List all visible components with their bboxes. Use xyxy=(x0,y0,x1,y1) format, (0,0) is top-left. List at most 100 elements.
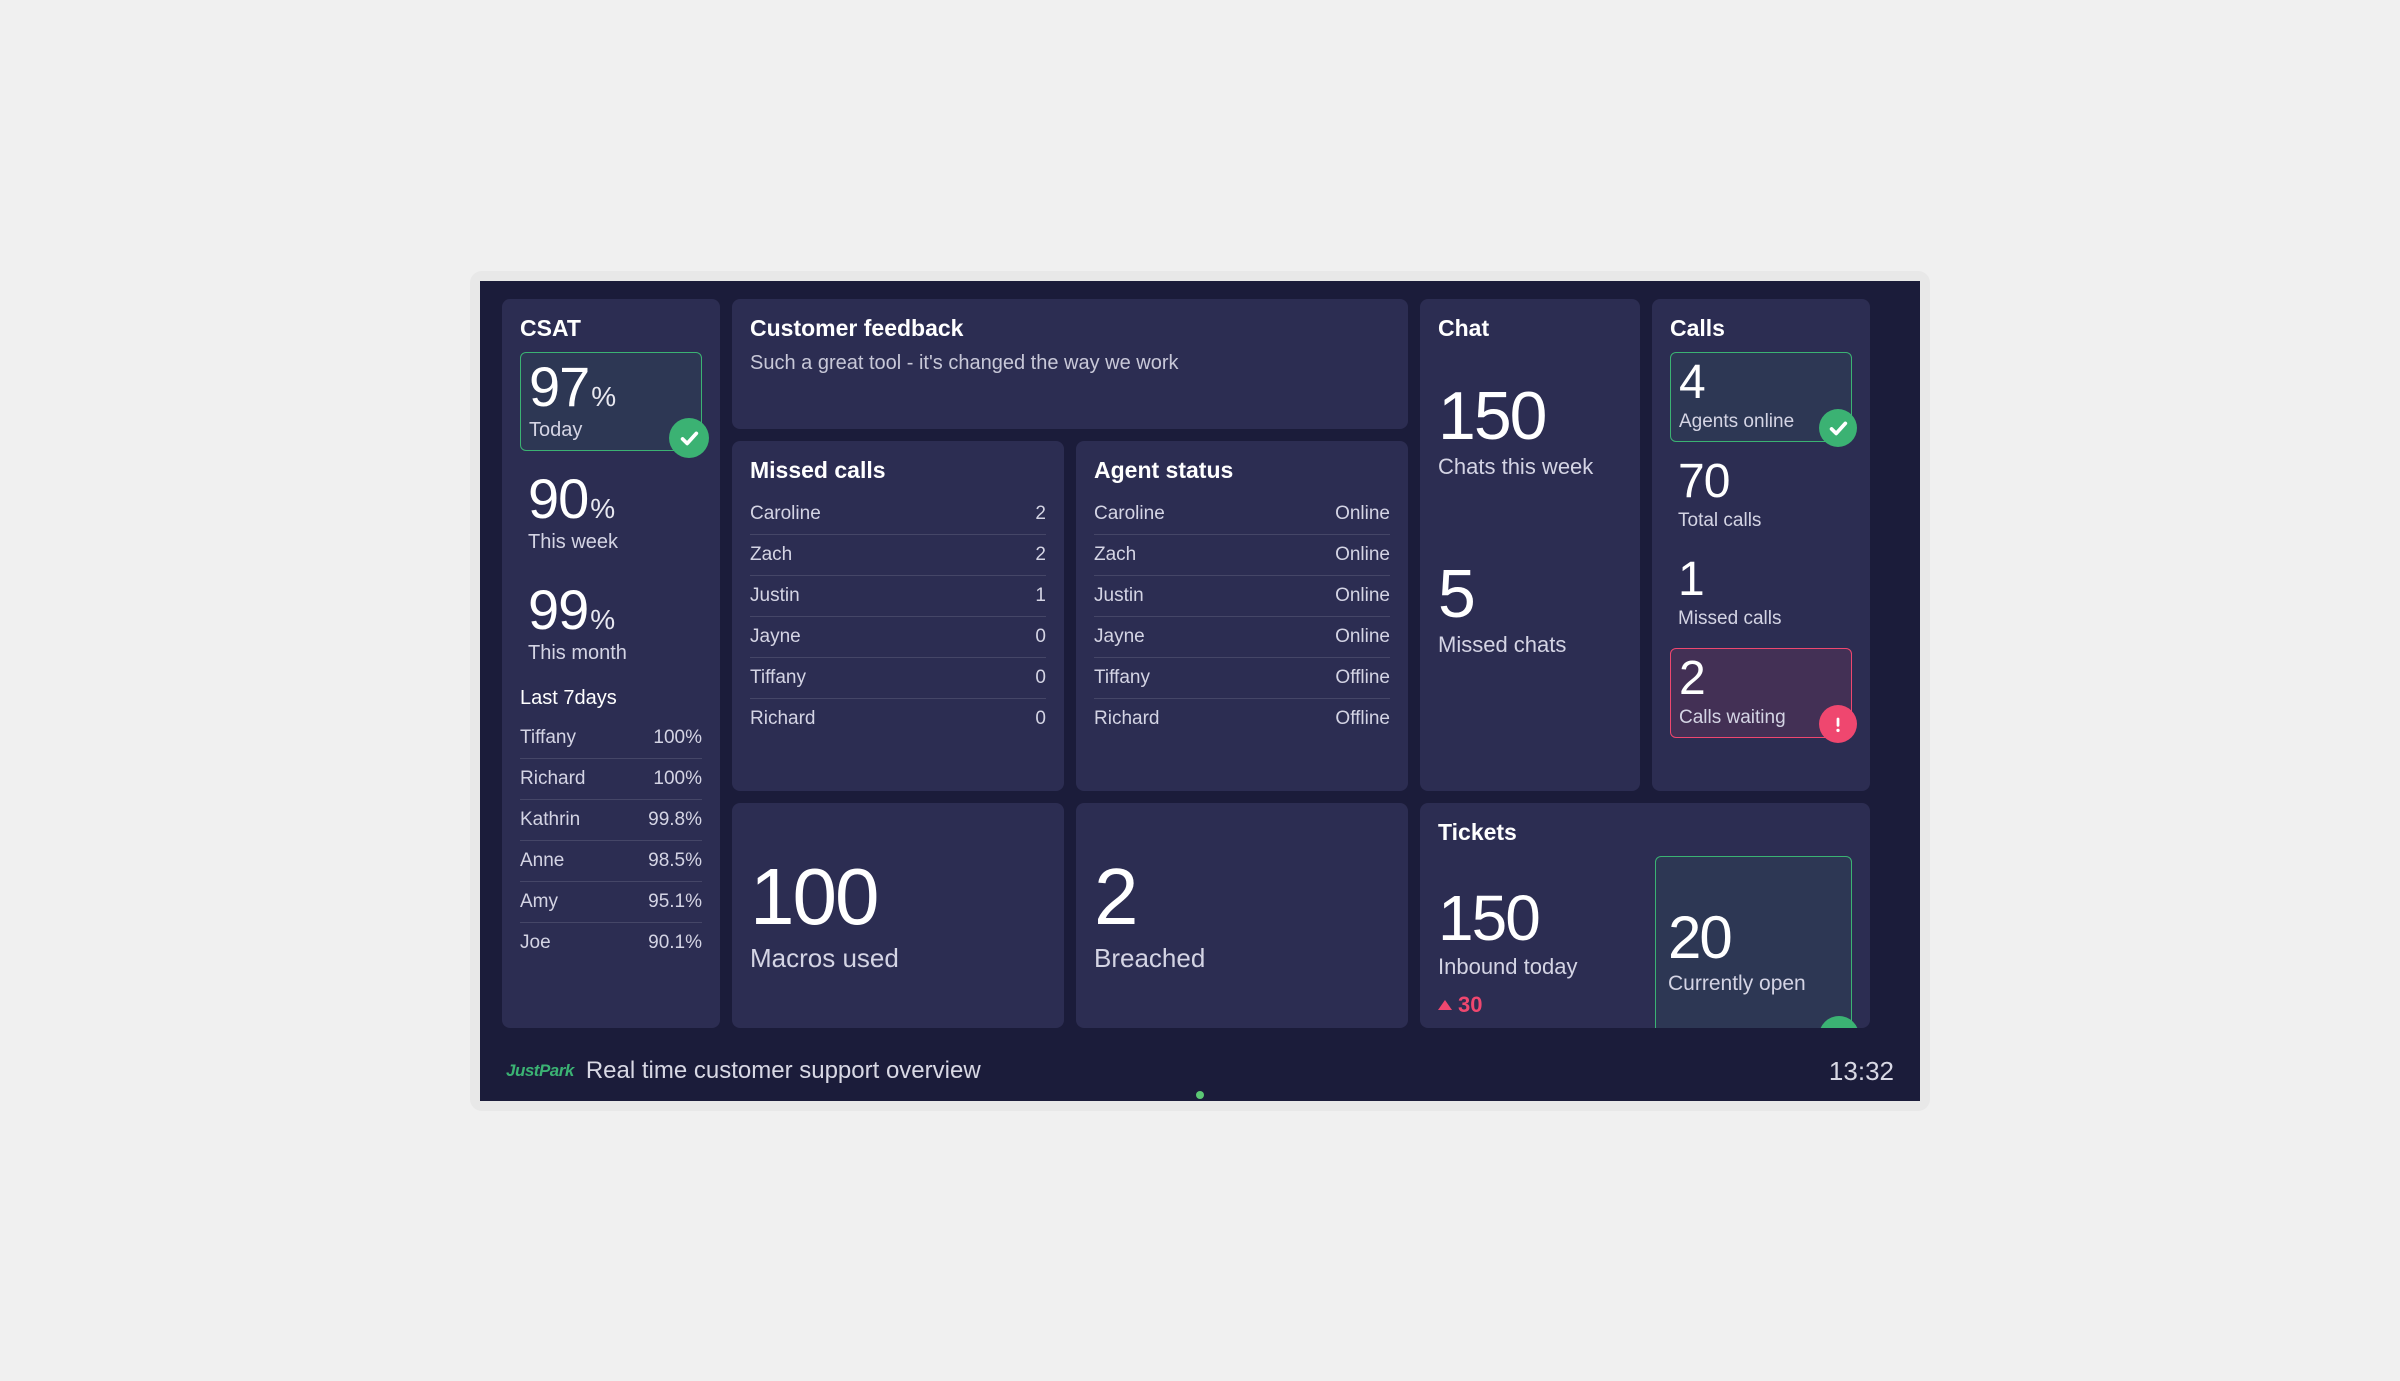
monitor-frame: CSAT 97% Today 90% This week xyxy=(470,271,1930,1111)
footer: JustPark Real time customer support over… xyxy=(502,1044,1898,1091)
calls-missed-label: Missed calls xyxy=(1678,608,1844,630)
percent-sign: % xyxy=(590,604,615,635)
check-icon xyxy=(669,418,709,458)
list-item: Zach2 xyxy=(750,535,1046,576)
list-item-name: Joe xyxy=(520,932,551,954)
csat-week-label: This week xyxy=(528,531,694,554)
csat-month-label: This month xyxy=(528,642,694,665)
list-item-name: Caroline xyxy=(750,503,821,525)
clock: 13:32 xyxy=(1829,1056,1894,1087)
power-led-icon xyxy=(1196,1091,1204,1099)
chat-missed-block: 5 Missed chats xyxy=(1438,560,1622,658)
missed-calls-title: Missed calls xyxy=(750,457,1046,484)
list-item-value: Online xyxy=(1335,626,1390,648)
list-item-value: 95.1% xyxy=(648,891,702,913)
tickets-delta: 30 xyxy=(1438,992,1635,1018)
list-item: Amy 95.1% xyxy=(520,882,702,923)
list-item-name: Tiffany xyxy=(750,667,806,689)
csat-today-value: 97 xyxy=(529,355,589,418)
calls-agents-value: 4 xyxy=(1679,359,1843,407)
list-item-value: 0 xyxy=(1035,626,1046,648)
arrow-up-icon xyxy=(1438,1000,1452,1010)
calls-total-box: 70 Total calls xyxy=(1670,452,1852,540)
tickets-delta-value: 30 xyxy=(1458,992,1482,1018)
list-item: Richard0 xyxy=(750,699,1046,739)
alert-icon xyxy=(1819,705,1857,743)
tickets-card: Tickets 150 Inbound today 30 20 Curren xyxy=(1420,803,1870,1028)
list-item-value: 2 xyxy=(1035,503,1046,525)
macros-label: Macros used xyxy=(750,943,1046,974)
list-item: ZachOnline xyxy=(1094,535,1390,576)
agent-status-title: Agent status xyxy=(1094,457,1390,484)
list-item-name: Kathrin xyxy=(520,809,580,831)
list-item-name: Anne xyxy=(520,850,564,872)
calls-missed-box: 1 Missed calls xyxy=(1670,550,1852,638)
list-item-name: Richard xyxy=(1094,708,1159,730)
list-item-value: Offline xyxy=(1335,667,1390,689)
tickets-inbound-block: 150 Inbound today 30 xyxy=(1438,856,1635,1028)
dashboard-title: Real time customer support overview xyxy=(586,1057,981,1085)
tickets-open-value: 20 xyxy=(1668,908,1839,968)
list-item: Kathrin 99.8% xyxy=(520,800,702,841)
missed-calls-card: Missed calls Caroline 2 Zach2 Justin 1 Jayne 0… xyxy=(732,441,1064,791)
dashboard-screen: CSAT 97% Today 90% This week xyxy=(480,281,1920,1101)
calls-total-value: 70 xyxy=(1678,458,1844,506)
calls-total-label: Total calls xyxy=(1678,510,1844,532)
list-item-value: 90.1% xyxy=(648,932,702,954)
csat-last7-title: Last 7days xyxy=(520,687,702,710)
chat-title: Chat xyxy=(1438,315,1622,342)
list-item-name: Jayne xyxy=(1094,626,1145,648)
macros-value: 100 xyxy=(750,857,1046,937)
csat-month-value: 99 xyxy=(528,578,588,641)
feedback-card: Customer feedback Such a great tool - it… xyxy=(732,299,1408,429)
tickets-open-label: Currently open xyxy=(1668,972,1839,996)
list-item: Jayne Online xyxy=(1094,617,1390,658)
list-item: Tiffany100% xyxy=(520,718,702,759)
csat-title: CSAT xyxy=(520,315,702,342)
list-item-value: 99.8% xyxy=(648,809,702,831)
list-item-value: 100% xyxy=(653,727,702,749)
chat-missed-label: Missed chats xyxy=(1438,632,1622,658)
feedback-text: Such a great tool - it's changed the way… xyxy=(750,352,1390,375)
chat-week-value: 150 xyxy=(1438,382,1622,450)
check-icon xyxy=(1819,1016,1859,1028)
csat-week-box: 90% This week xyxy=(520,465,702,562)
list-item: Richard100% xyxy=(520,759,702,800)
list-item-name: Zach xyxy=(1094,544,1136,566)
list-item: Jayne 0 xyxy=(750,617,1046,658)
list-item: RichardOffline xyxy=(1094,699,1390,739)
list-item-name: Tiffany xyxy=(1094,667,1150,689)
calls-title: Calls xyxy=(1670,315,1852,342)
tickets-open-block: 20 Currently open xyxy=(1655,856,1852,1028)
dashboard-grid: CSAT 97% Today 90% This week xyxy=(502,299,1898,1044)
list-item: Justin 1 xyxy=(750,576,1046,617)
list-item-name: Caroline xyxy=(1094,503,1165,525)
list-item-name: Justin xyxy=(750,585,800,607)
chat-missed-value: 5 xyxy=(1438,560,1622,628)
csat-week-value: 90 xyxy=(528,467,588,530)
csat-today-box: 97% Today xyxy=(520,352,702,451)
list-item-value: 1 xyxy=(1035,585,1046,607)
calls-waiting-value: 2 xyxy=(1679,655,1843,703)
chat-card: Chat 150 Chats this week 5 Missed chats xyxy=(1420,299,1640,791)
list-item-name: Amy xyxy=(520,891,558,913)
chat-week-block: 150 Chats this week xyxy=(1438,382,1622,480)
list-item-value: 98.5% xyxy=(648,850,702,872)
list-item-name: Jayne xyxy=(750,626,801,648)
calls-waiting-box: 2 Calls waiting xyxy=(1670,648,1852,738)
calls-card: Calls 4 Agents online 70 Total calls 1 M… xyxy=(1652,299,1870,791)
list-item: Anne 98.5% xyxy=(520,841,702,882)
list-item: Tiffany Offline xyxy=(1094,658,1390,699)
calls-missed-value: 1 xyxy=(1678,556,1844,604)
list-item-value: Online xyxy=(1335,585,1390,607)
list-item: Tiffany0 xyxy=(750,658,1046,699)
brand-logo: JustPark xyxy=(506,1061,574,1081)
list-item-value: Online xyxy=(1335,503,1390,525)
csat-card: CSAT 97% Today 90% This week xyxy=(502,299,720,1028)
breached-value: 2 xyxy=(1094,857,1390,937)
csat-last7-list: Tiffany100%Richard100% Kathrin 99.8% Anne 98… xyxy=(520,718,702,963)
list-item-name: Richard xyxy=(750,708,815,730)
tickets-inbound-value: 150 xyxy=(1438,886,1635,950)
agent-status-card: Agent status CarolineOnlineZachOnlineJus… xyxy=(1076,441,1408,791)
list-item-name: Zach xyxy=(750,544,792,566)
